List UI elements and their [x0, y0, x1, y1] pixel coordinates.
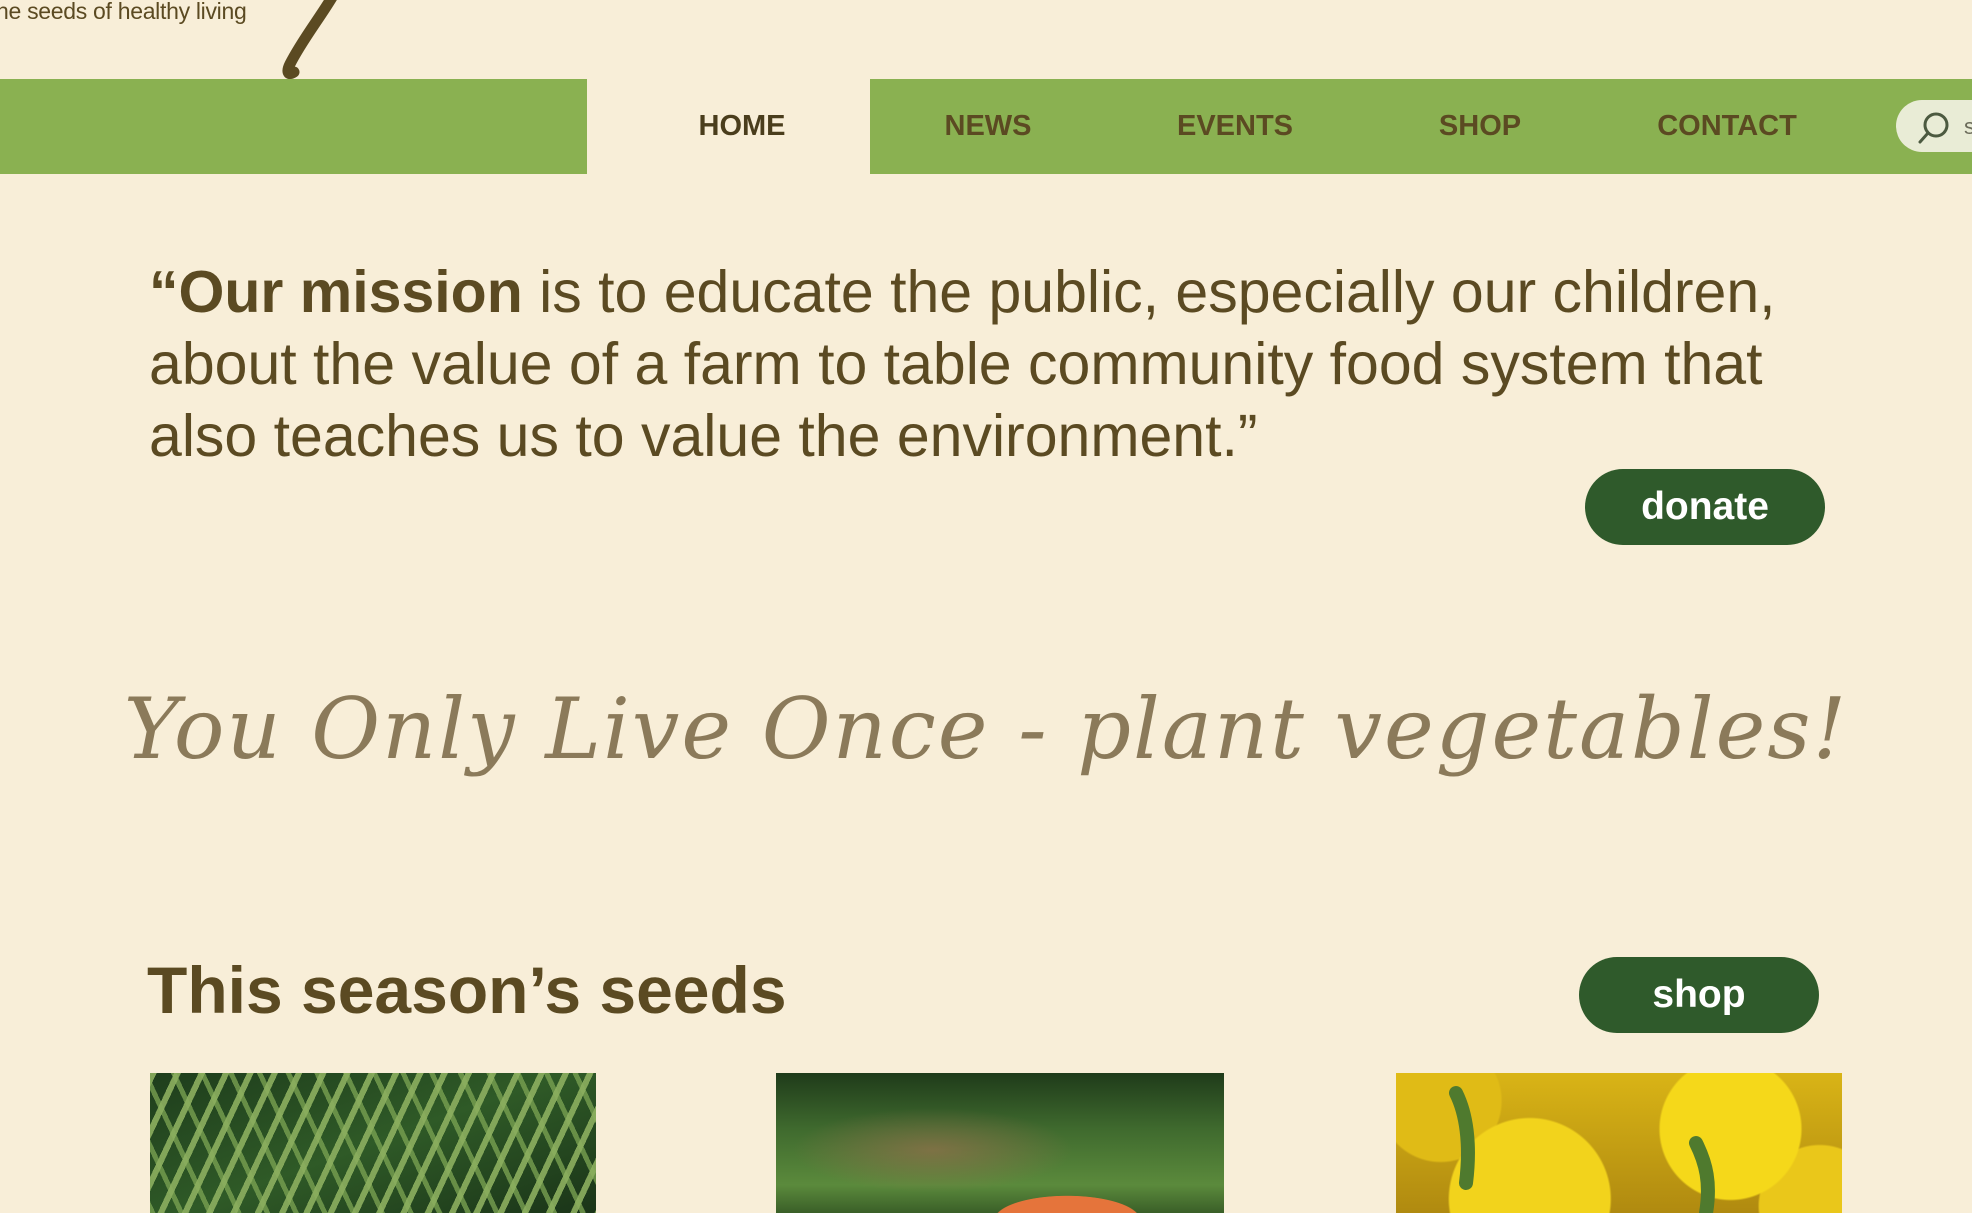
nav-home[interactable]: HOME: [672, 79, 812, 174]
logo-tagline: he seeds of healthy living: [0, 0, 247, 24]
carrots-image[interactable]: [776, 1073, 1224, 1213]
logo-mark: [282, 0, 337, 79]
nav-shop[interactable]: SHOP: [1410, 79, 1550, 174]
pepper-stem-decoration: [1449, 1086, 1715, 1213]
green-beans-image[interactable]: [150, 1073, 596, 1213]
nav-contact[interactable]: CONTACT: [1642, 79, 1812, 174]
mission-statement: “Our mission is to educate the public, e…: [149, 256, 1849, 472]
search-icon: [1918, 112, 1949, 144]
nav-news[interactable]: NEWS: [918, 79, 1058, 174]
season-heading: This season’s seeds: [147, 953, 787, 1027]
nav-bar-left: [0, 79, 587, 174]
search-placeholder: s: [1964, 114, 1972, 139]
tagline: You Only Live Once - plant vegetables!: [123, 680, 1849, 778]
nav-events[interactable]: EVENTS: [1155, 79, 1315, 174]
search-input[interactable]: s: [1896, 100, 1972, 152]
donate-button[interactable]: donate: [1585, 469, 1825, 545]
yellow-peppers-image[interactable]: [1396, 1073, 1842, 1213]
shop-button[interactable]: shop: [1579, 957, 1819, 1033]
mission-lead: “Our mission: [149, 259, 523, 325]
